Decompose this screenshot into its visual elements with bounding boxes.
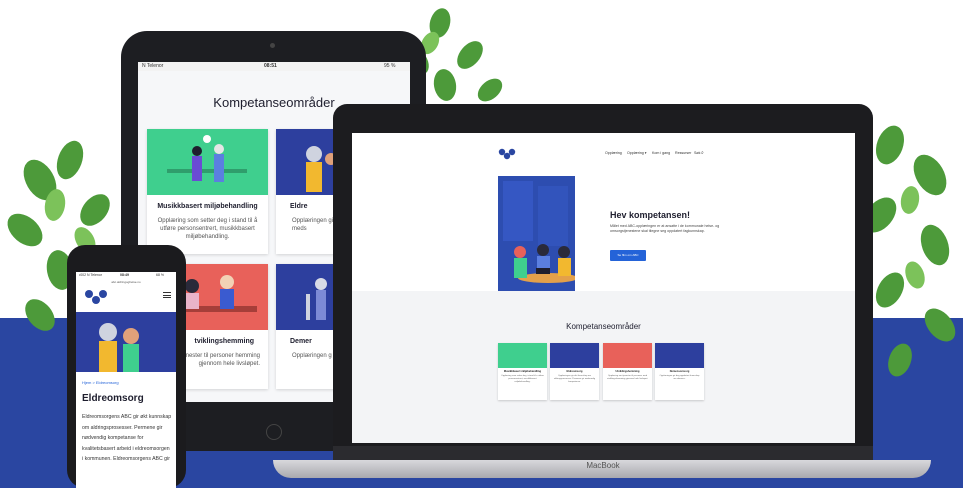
card-illustration	[147, 129, 268, 195]
battery-label: 68 %	[156, 273, 164, 277]
nav-item[interactable]: Opplæring	[605, 151, 622, 155]
clock-label: 08:49	[120, 273, 129, 277]
carrier-label: •002 N Telenor	[79, 273, 102, 277]
card-development[interactable]: Utviklingshemming Opplæring om tjenester…	[603, 343, 652, 400]
card-description: Opplæringen gir deg oppdatert kunnskap o…	[659, 375, 700, 381]
card-illustration	[655, 343, 704, 368]
card-title: Musikkbasert miljøbehandling	[157, 203, 258, 210]
nav-item[interactable]: Opplæring ▾	[627, 151, 647, 155]
card-description: Opplæring om tjenester til personer med …	[607, 375, 648, 381]
card-description: Opplæring som setter deg i stand til å u…	[501, 375, 544, 384]
card-description: Opplæring som setter deg i stand til å u…	[157, 218, 258, 240]
tablet-status-bar: N Telenor 08:51 95 %	[138, 62, 410, 71]
card-illustration	[550, 343, 599, 368]
laptop-screen: abc Opplæring Opplæring ▾ Kom i gang Res…	[352, 133, 855, 443]
card-elder-care[interactable]: Eldreomsorg Opplæringen gir økt kunnskap…	[550, 343, 599, 400]
tablet-home-button[interactable]	[266, 424, 282, 440]
hero-illustration	[498, 176, 578, 296]
section-title: Kompetanseområder	[566, 322, 641, 331]
tablet-camera	[270, 43, 275, 48]
page-body-text: Eldreomsorgens ABC gir økt kunnskap om a…	[82, 414, 172, 462]
menu-icon[interactable]	[163, 292, 171, 298]
card-title: Demensomsorg	[669, 370, 690, 373]
nav-item-search[interactable]: Søk	[694, 151, 700, 155]
phone-screen: •002 N Telenor 08:49 68 % abc.aldringogh…	[76, 272, 176, 488]
url-bar[interactable]: abc.aldringoghelse.no	[96, 280, 156, 285]
card-title: Eldreomsorg	[566, 370, 583, 373]
breadcrumb[interactable]: Hjem > Eldreomsorg	[82, 380, 119, 385]
watch-film-button[interactable]: Se film om ABC	[610, 250, 646, 261]
card-description: Opplæringen gir økt kunnskap om aldrings…	[553, 375, 596, 384]
search-icon[interactable]: ⌕	[701, 150, 704, 156]
main-nav: Opplæring Opplæring ▾ Kom i gang Ressurs…	[352, 150, 855, 159]
nav-item[interactable]: Ressurser	[675, 151, 691, 155]
card-dementia[interactable]: Demensomsorg Opplæringen gir deg oppdate…	[655, 343, 704, 400]
page-title: Eldreomsorg	[82, 393, 144, 404]
laptop-brand-label: MacBook	[586, 461, 620, 470]
site-logo[interactable]: abc	[84, 289, 108, 305]
hero-description: Målet med ABC-opplæringen er at ansatte …	[610, 224, 720, 234]
carrier-label: N Telenor	[142, 63, 164, 69]
battery-label: 95 %	[384, 63, 396, 69]
card-illustration	[603, 343, 652, 368]
card-illustration	[498, 343, 547, 368]
hero-illustration	[76, 312, 176, 372]
card-title: Utviklingshemming	[615, 370, 640, 373]
card-title: Musikkbasert miljøbehandling	[503, 370, 542, 373]
phone-status-bar: •002 N Telenor 08:49 68 %	[76, 272, 176, 280]
nav-item[interactable]: Kom i gang	[652, 151, 670, 155]
hero-heading: Hev kompetansen!	[610, 210, 691, 220]
card-music[interactable]: Musikkbasert miljøbehandling Opplæring s…	[147, 129, 268, 254]
clock-label: 08:51	[264, 63, 277, 69]
card-music[interactable]: Musikkbasert miljøbehandling Opplæring s…	[498, 343, 547, 400]
